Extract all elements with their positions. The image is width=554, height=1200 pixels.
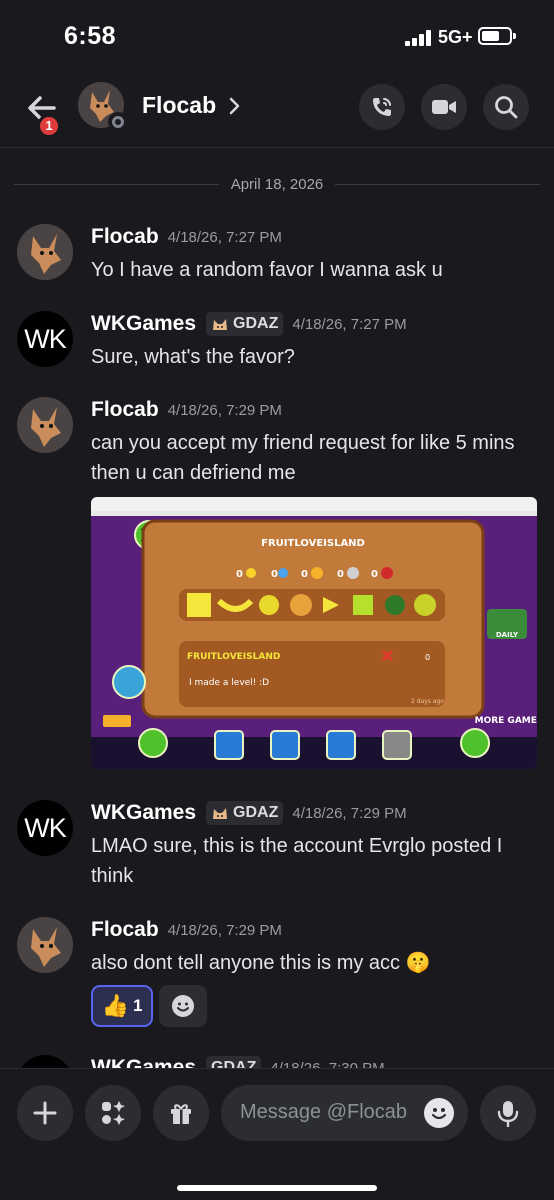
message-header: WKGames GDAZ 4/18/26, 7:29 PM — [91, 800, 407, 826]
timestamp: 4/18/26, 7:29 PM — [292, 804, 407, 822]
offline-status-icon — [108, 112, 128, 132]
svg-text:DAILY: DAILY — [496, 631, 519, 639]
thumbs-up-icon: 👍 — [101, 993, 129, 1018]
svg-text:0: 0 — [425, 653, 430, 662]
author-name[interactable]: Flocab — [91, 398, 159, 422]
battery-icon — [478, 27, 516, 45]
message-text: also dont tell anyone this is my acc 🤫 — [91, 948, 541, 978]
message-input[interactable]: Message @Flocab — [221, 1085, 468, 1141]
apps-icon — [102, 1101, 125, 1125]
page-title[interactable]: Flocab — [142, 92, 216, 119]
message-text-content: also dont tell anyone this is my acc — [91, 952, 401, 974]
guild-tag: GDAZ — [206, 1056, 262, 1068]
signal-icon — [405, 30, 435, 46]
status-time: 6:58 — [64, 22, 117, 50]
status-bar: 6:58 5G+ — [0, 0, 554, 70]
phone-icon — [373, 98, 391, 116]
partial-message: WKGames GDAZ 4/18/26, 7:30 PM — [0, 1055, 554, 1068]
unread-badge: 1 — [37, 114, 61, 138]
emoji-button[interactable] — [424, 1098, 454, 1128]
svg-text:I made a level! :D: I made a level! :D — [189, 678, 269, 688]
avatar[interactable]: WK — [17, 311, 73, 367]
guild-tag-label: GDAZ — [211, 1059, 257, 1068]
svg-text:2 days ago: 2 days ago — [411, 698, 444, 705]
network-label: 5G+ — [438, 27, 473, 47]
author-name[interactable]: Flocab — [91, 225, 159, 249]
avatar[interactable]: WK — [17, 800, 73, 856]
avatar[interactable] — [17, 224, 73, 280]
timestamp: 4/18/26, 7:29 PM — [167, 921, 282, 939]
timestamp: 4/18/26, 7:27 PM — [292, 315, 407, 333]
message-text: LMAO sure, this is the account Evrglo po… — [91, 835, 503, 887]
guild-tag-label: GDAZ — [233, 804, 279, 821]
apps-button[interactable] — [85, 1085, 141, 1141]
add-reaction-button[interactable] — [159, 985, 207, 1027]
author-name[interactable]: WKGames — [91, 312, 196, 336]
svg-text:MORE GAMES: MORE GAMES — [475, 716, 537, 726]
gift-icon — [171, 1104, 191, 1124]
add-attachment-button[interactable] — [17, 1085, 73, 1141]
message-text: Sure, what's the favor? — [91, 346, 295, 368]
svg-text:0: 0 — [236, 569, 243, 580]
shushing-face-emoji: 🤫 — [405, 952, 431, 974]
plus-icon — [33, 1101, 57, 1125]
avatar[interactable] — [17, 397, 73, 453]
message-header: Flocab 4/18/26, 7:29 PM — [91, 917, 282, 943]
svg-text:0: 0 — [371, 569, 378, 580]
smiley-icon — [172, 995, 194, 1017]
message-composer: Message @Flocab — [0, 1068, 554, 1200]
author-name[interactable]: WKGames — [91, 801, 196, 825]
video-call-button[interactable] — [421, 84, 467, 130]
reaction-thumbs-up[interactable]: 👍 1 — [91, 985, 153, 1027]
smiley-icon — [431, 1108, 447, 1120]
microphone-icon — [497, 1101, 519, 1127]
cat-icon — [213, 808, 228, 819]
author-name: WKGames — [91, 1056, 197, 1068]
svg-text:0: 0 — [301, 569, 308, 580]
svg-text:FRUITLOVEISLAND: FRUITLOVEISLAND — [261, 538, 365, 549]
date-divider-label: April 18, 2026 — [218, 176, 336, 193]
search-button[interactable] — [483, 84, 529, 130]
message-text: can you accept my friend request for lik… — [91, 432, 515, 484]
message-header: WKGames GDAZ 4/18/26, 7:27 PM — [91, 311, 407, 337]
timestamp: 4/18/26, 7:27 PM — [167, 228, 282, 246]
message-input-placeholder: Message @Flocab — [240, 1101, 408, 1123]
avatar[interactable] — [17, 917, 73, 973]
gift-button[interactable] — [153, 1085, 209, 1141]
home-indicator — [177, 1185, 377, 1191]
search-icon — [495, 96, 518, 119]
guild-tag[interactable]: GDAZ — [206, 312, 284, 336]
image-attachment[interactable]: FRUITLOVEISLAND 0 0 0 0 0 FRUITLOVEISLAN… — [91, 497, 537, 769]
guild-tag[interactable]: GDAZ — [206, 801, 284, 825]
message-header: Flocab 4/18/26, 7:27 PM — [91, 224, 282, 250]
guild-tag-label: GDAZ — [233, 315, 279, 332]
voice-message-button[interactable] — [480, 1085, 536, 1141]
chevron-right-icon[interactable] — [228, 94, 242, 118]
svg-text:0: 0 — [271, 569, 278, 580]
timestamp: 4/18/26, 7:30 PM — [270, 1059, 385, 1069]
voice-call-button[interactable] — [359, 84, 405, 130]
author-name[interactable]: Flocab — [91, 918, 159, 942]
message-text: Yo I have a random favor I wanna ask u — [91, 259, 443, 281]
svg-text:0: 0 — [337, 569, 344, 580]
channel-header: 1 Flocab — [0, 70, 554, 148]
svg-text:FRUITLOVEISLAND: FRUITLOVEISLAND — [187, 652, 280, 662]
date-divider: April 18, 2026 — [14, 174, 540, 194]
cat-icon — [213, 319, 228, 330]
reaction-count: 1 — [132, 996, 143, 1015]
message-header: Flocab 4/18/26, 7:29 PM — [91, 397, 282, 423]
timestamp: 4/18/26, 7:29 PM — [167, 401, 282, 419]
video-camera-icon — [432, 100, 456, 114]
